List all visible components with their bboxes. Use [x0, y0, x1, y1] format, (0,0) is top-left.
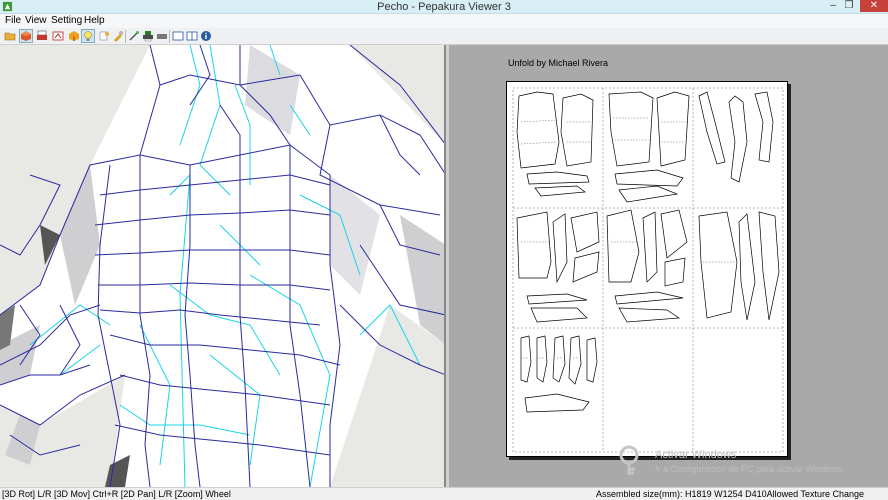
- print-icon-2[interactable]: [155, 29, 169, 43]
- print-icon[interactable]: [35, 29, 49, 43]
- magic-icon[interactable]: [127, 29, 141, 43]
- status-bar: [3D Rot] L/R [3D Mov] Ctrl+R [2D Pan] L/…: [0, 487, 888, 500]
- split-view-icon[interactable]: [185, 29, 199, 43]
- toolbar-separator: [125, 30, 126, 43]
- toolbar: [0, 28, 888, 45]
- window-title: Pecho - Pepakura Viewer 3: [377, 1, 511, 13]
- close-button[interactable]: ✕: [860, 0, 888, 12]
- app-window: Pecho - Pepakura Viewer 3 – ❐ ✕ File Vie…: [0, 0, 888, 500]
- menu-bar: File View Setting Help: [0, 14, 888, 28]
- paper-sheet: [506, 81, 788, 457]
- status-controls-hint: [3D Rot] L/R [3D Mov] Ctrl+R [2D Pan] L/…: [2, 489, 231, 499]
- 2d-view-icon[interactable]: [51, 29, 65, 43]
- 3d-view-icon[interactable]: [19, 29, 33, 43]
- restore-button[interactable]: ❐: [838, 0, 860, 12]
- unfold-parts-layout: [512, 87, 784, 453]
- menu-help[interactable]: Help: [84, 15, 105, 26]
- 2d-unfold-view[interactable]: Unfold by Michael Rivera Activar Windows…: [449, 45, 888, 487]
- lightbulb-icon[interactable]: [81, 29, 95, 43]
- paint-icon[interactable]: [97, 29, 111, 43]
- open-folder-icon[interactable]: [3, 29, 17, 43]
- info-icon[interactable]: [199, 29, 213, 43]
- toolbar-separator: [169, 30, 170, 43]
- single-view-icon[interactable]: [171, 29, 185, 43]
- print-preview-icon[interactable]: [141, 29, 155, 43]
- windows-activation-key-icon: [619, 445, 639, 475]
- unfold-credit-label: Unfold by Michael Rivera: [508, 58, 609, 68]
- 3d-model-view[interactable]: [0, 45, 446, 487]
- texture-icon[interactable]: [67, 29, 81, 43]
- menu-view[interactable]: View: [25, 15, 47, 26]
- status-assembled-size: Assembled size(mm): H1819 W1254 D410Allo…: [596, 489, 864, 499]
- menu-setting[interactable]: Setting: [51, 15, 82, 26]
- activation-watermark-subtitle: Ir a Configuración de PC para activar Wi…: [655, 464, 845, 474]
- tool-icon[interactable]: [111, 29, 125, 43]
- torso-mesh-render: [0, 45, 444, 487]
- activation-watermark-title: Activar Windows: [655, 449, 737, 461]
- menu-file[interactable]: File: [5, 15, 21, 26]
- title-bar: Pecho - Pepakura Viewer 3 – ❐ ✕: [0, 0, 888, 14]
